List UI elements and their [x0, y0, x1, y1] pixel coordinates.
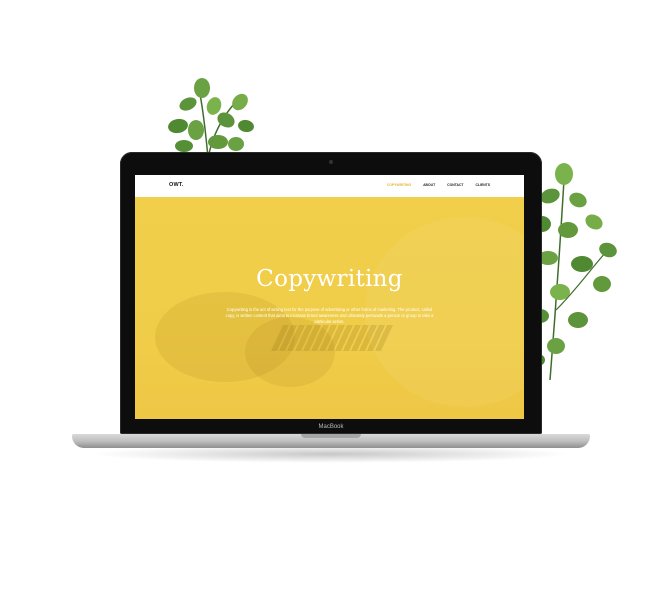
site-nav: COPYWRITING ABOUT CONTACT CLIENTS [387, 183, 490, 187]
plant-top-image [168, 78, 254, 158]
laptop-lid: OWT. COPYWRITING ABOUT CONTACT CLIENTS C… [120, 152, 542, 434]
mockup-stage: OWT. COPYWRITING ABOUT CONTACT CLIENTS C… [0, 0, 661, 591]
hero-description: Copywriting is the act of writing text f… [225, 307, 434, 324]
hero-background-keyboard [270, 325, 394, 351]
nav-item-about[interactable]: ABOUT [423, 183, 435, 187]
camera-icon [329, 160, 333, 164]
site-navbar: OWT. COPYWRITING ABOUT CONTACT CLIENTS [135, 175, 524, 197]
site-logo[interactable]: OWT. [169, 182, 184, 188]
laptop-mockup: OWT. COPYWRITING ABOUT CONTACT CLIENTS C… [72, 152, 590, 452]
nav-item-copywriting[interactable]: COPYWRITING [387, 183, 411, 187]
nav-item-contact[interactable]: CONTACT [447, 183, 463, 187]
hero-section: Copywriting Copywriting is the act of wr… [135, 197, 524, 419]
laptop-notch [301, 434, 361, 438]
hero-title: Copywriting [256, 266, 403, 292]
device-label: MacBook [318, 424, 344, 430]
nav-item-clients[interactable]: CLIENTS [475, 183, 490, 187]
laptop-screen: OWT. COPYWRITING ABOUT CONTACT CLIENTS C… [135, 175, 524, 419]
